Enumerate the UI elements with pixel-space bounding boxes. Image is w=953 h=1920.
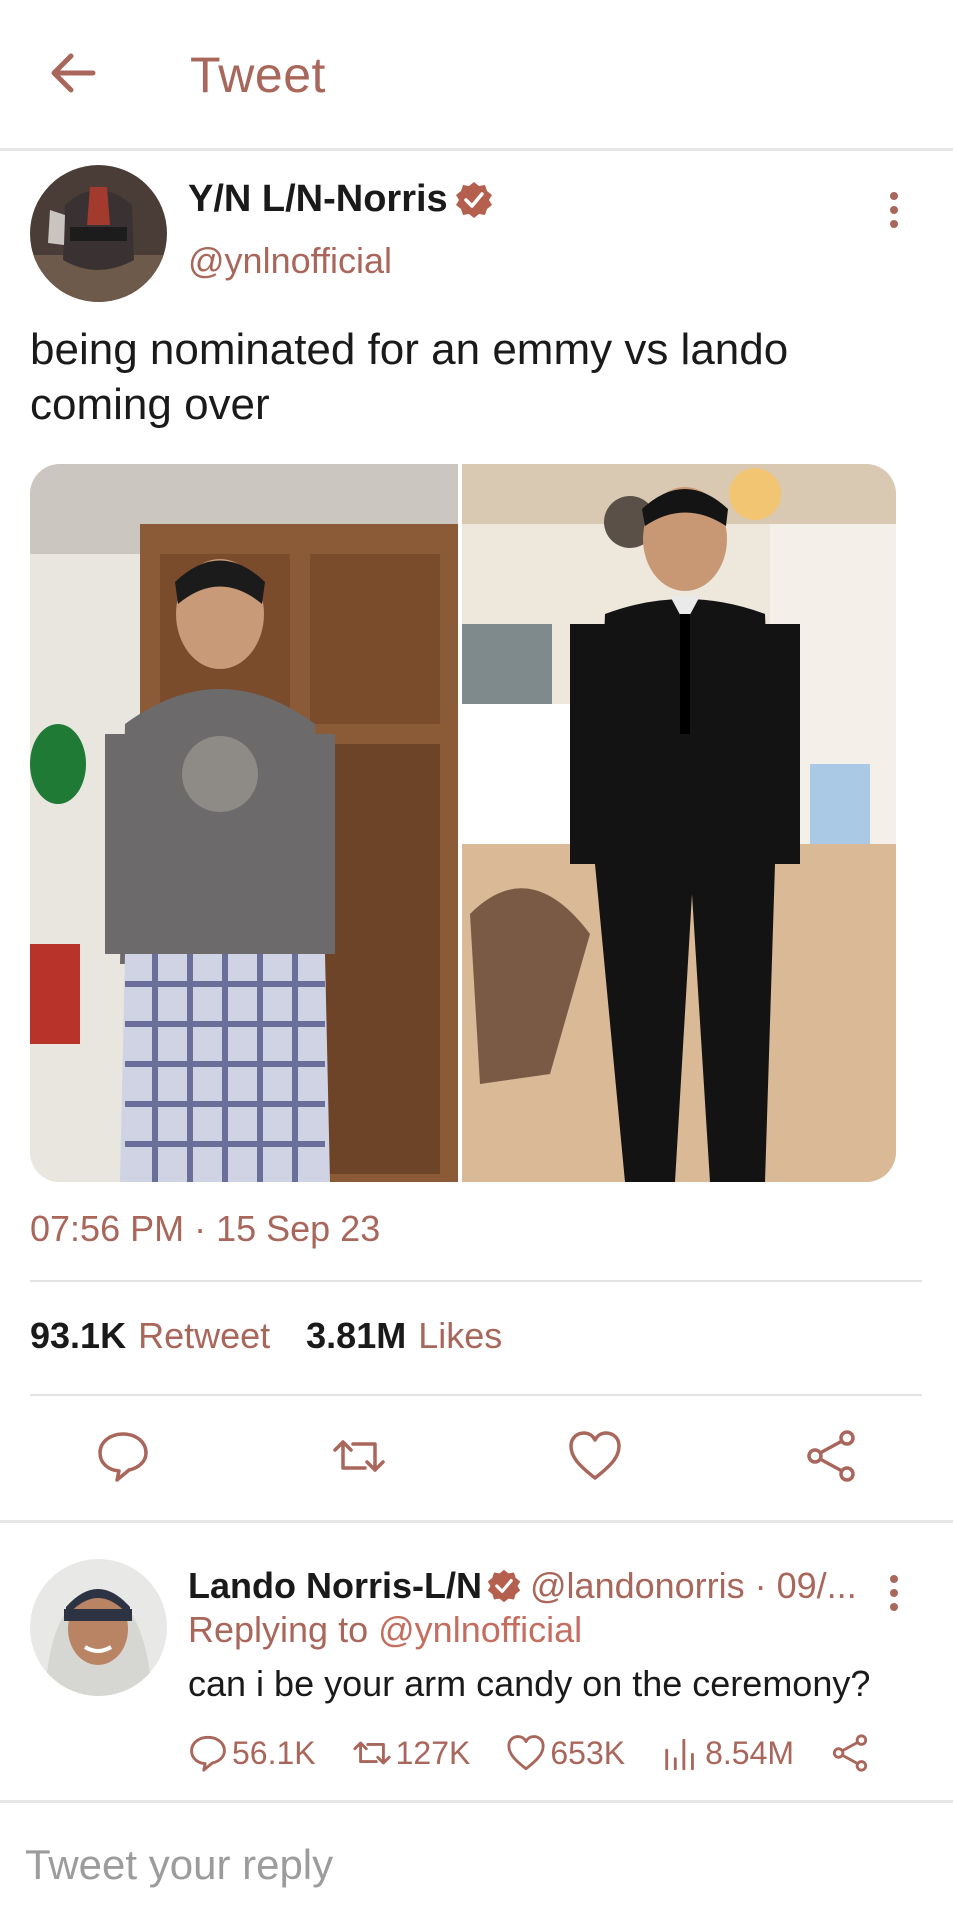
composer-divider	[0, 1800, 953, 1803]
reply-actions: 56.1K 127K 653K 8.54M	[188, 1733, 910, 1773]
retweet-label[interactable]: Retweet	[138, 1315, 270, 1357]
reply-icon	[190, 1735, 226, 1772]
author-avatar[interactable]	[30, 165, 167, 302]
reply-like-count: 653K	[550, 1734, 626, 1771]
reply-comment-action[interactable]: 56.1K	[188, 1733, 316, 1773]
reply-comment-count: 56.1K	[232, 1734, 316, 1771]
retweet-icon[interactable]	[331, 1428, 387, 1484]
more-vertical-icon[interactable]	[880, 190, 908, 230]
reply-header: Lando Norris-L/N @landonorris · 09/...	[188, 1565, 857, 1607]
tweet-timestamp: 07:56 PM · 15 Sep 23	[30, 1208, 381, 1249]
like-icon[interactable]	[567, 1428, 623, 1484]
likes-label[interactable]: Likes	[418, 1315, 502, 1357]
reply-text: can i be your arm candy on the ceremony?	[188, 1663, 871, 1704]
back-arrow-icon[interactable]	[45, 45, 101, 101]
retweet-count[interactable]: 93.1K	[30, 1315, 126, 1357]
author-name-row: Y/N L/N-Norris	[188, 178, 494, 221]
reply-retweet-action[interactable]: 127K	[352, 1733, 471, 1773]
author-handle[interactable]: @ynlnofficial	[188, 240, 392, 282]
tweet-media[interactable]	[30, 464, 896, 1182]
author-name[interactable]: Y/N L/N-Norris	[188, 178, 448, 221]
verified-badge-icon	[455, 181, 492, 218]
more-vertical-icon[interactable]	[880, 1573, 908, 1613]
reply-item[interactable]: Lando Norris-L/N @landonorris · 09/... R…	[0, 1523, 953, 1800]
reply-like-action[interactable]: 653K	[506, 1733, 625, 1773]
reply-view-count: 8.54M	[705, 1734, 795, 1771]
replying-prefix: Replying to	[188, 1609, 369, 1650]
reply-handle-date[interactable]: @landonorris · 09/...	[530, 1565, 857, 1607]
tweet-actions	[0, 1428, 953, 1488]
reply-views-action[interactable]: 8.54M	[661, 1733, 794, 1773]
tweet-text: being nominated for an emmy vs lando com…	[30, 325, 789, 429]
share-icon	[832, 1734, 868, 1772]
reply-author-name[interactable]: Lando Norris-L/N	[188, 1565, 482, 1607]
replying-to: Replying to @ynlnofficial	[188, 1609, 582, 1651]
reply-share-action[interactable]	[830, 1733, 874, 1773]
divider	[30, 1394, 922, 1396]
top-bar: Tweet	[0, 0, 953, 151]
reply-icon[interactable]	[95, 1428, 151, 1484]
divider	[30, 1280, 922, 1282]
like-icon	[507, 1735, 545, 1771]
reply-author-avatar[interactable]	[30, 1559, 167, 1696]
page-title: Tweet	[190, 47, 326, 103]
retweet-icon	[353, 1741, 391, 1765]
share-icon[interactable]	[803, 1428, 859, 1484]
tweet-stats: 93.1K Retweet 3.81M Likes	[30, 1315, 526, 1357]
like-count[interactable]: 3.81M	[306, 1315, 406, 1357]
reply-input[interactable]	[25, 1835, 925, 1895]
verified-badge-icon	[487, 1569, 521, 1603]
views-icon	[665, 1738, 694, 1771]
reply-retweet-count: 127K	[395, 1734, 471, 1771]
replying-mention[interactable]: @ynlnofficial	[378, 1609, 582, 1650]
